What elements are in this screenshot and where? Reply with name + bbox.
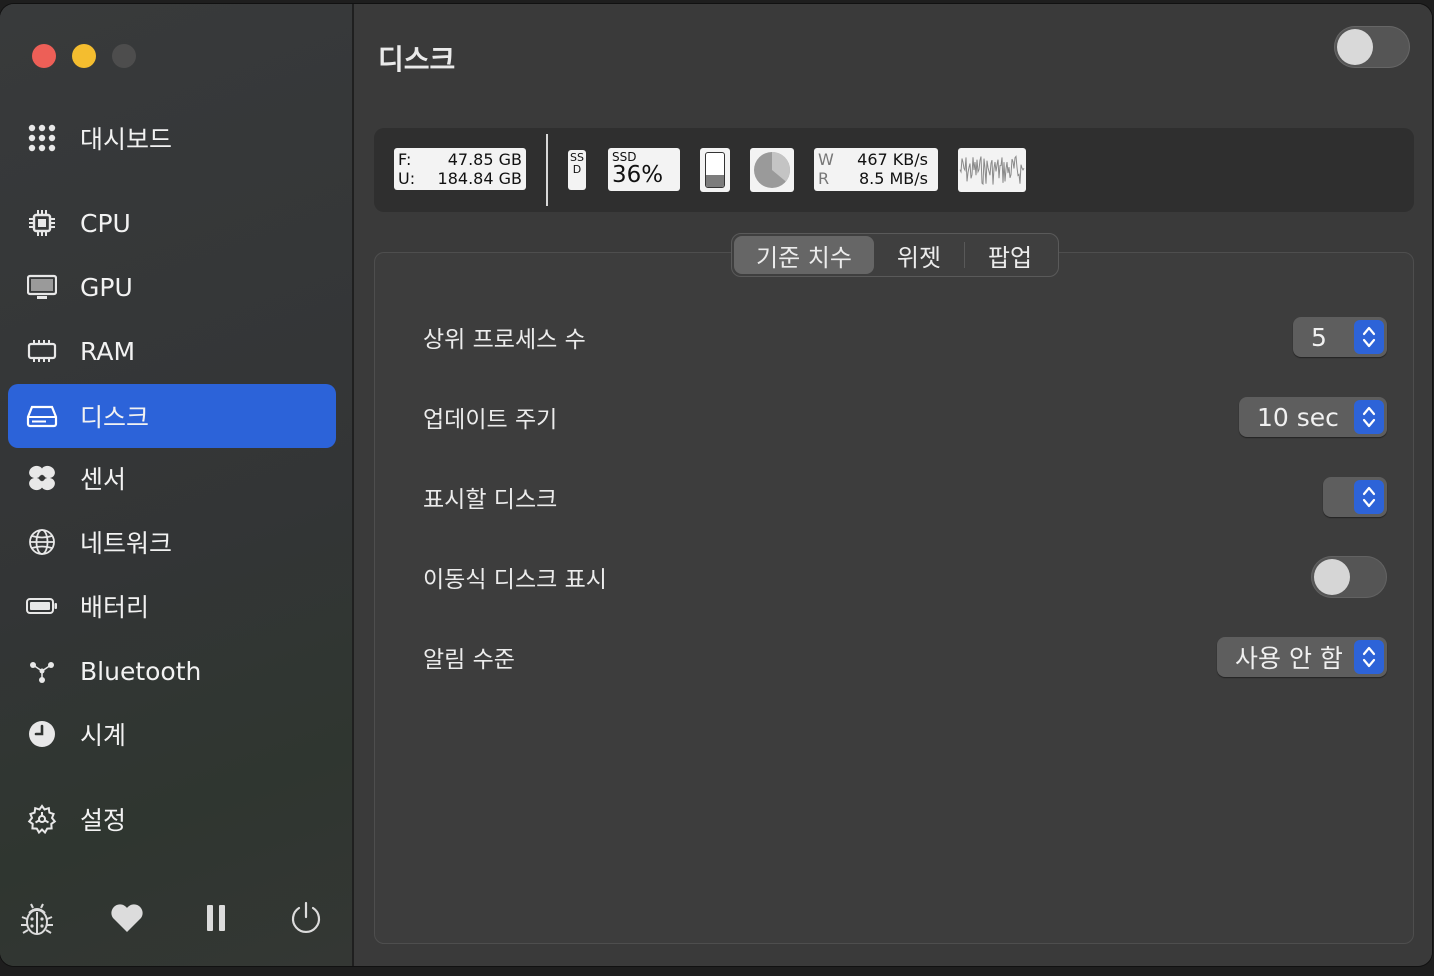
setting-row-notification-level: 알림 수준 사용 안 함 <box>423 635 1387 679</box>
update-interval-value: 10 sec <box>1257 402 1339 432</box>
settings-tab-control: 기준 치수 위젯 팝업 <box>731 233 1059 277</box>
settings-panel: 상위 프로세스 수 5 업데이트 주기 10 sec 표시할 디스크 이동식 디… <box>374 252 1414 944</box>
widget-usage-bar[interactable] <box>700 148 730 192</box>
setting-row-top-processes: 상위 프로세스 수 5 <box>423 315 1387 359</box>
sidebar-item-label: 배터리 <box>80 593 150 622</box>
chevron-up-down-icon <box>1354 480 1384 514</box>
sidebar-item-clock[interactable]: 시계 <box>8 702 336 766</box>
removable-disk-toggle[interactable] <box>1311 556 1387 598</box>
sidebar-item-label: GPU <box>80 272 133 302</box>
top-processes-select[interactable]: 5 <box>1293 317 1387 357</box>
chevron-up-down-icon <box>1354 320 1384 354</box>
activity-graph-svg <box>959 155 1025 186</box>
sidebar-item-label: 설정 <box>80 806 127 835</box>
setting-row-disk-to-show: 표시할 디스크 <box>423 475 1387 519</box>
free-label: F: <box>398 150 412 169</box>
notification-level-select[interactable]: 사용 안 함 <box>1217 637 1387 677</box>
app-window: 대시보드 CPU GPU RAM 디스크 센서 네트워크 배터리 Bluetoo… <box>0 4 1432 966</box>
widget-usage-pie[interactable] <box>750 148 794 192</box>
bluetooth-icon <box>26 655 58 687</box>
disk-to-show-select[interactable] <box>1323 477 1387 517</box>
sidebar-item-label: Bluetooth <box>80 656 202 686</box>
sidebar-item-dashboard[interactable]: 대시보드 <box>8 106 336 170</box>
usage-bar-fill <box>706 174 724 187</box>
activity-graph-line <box>959 155 1025 186</box>
top-processes-value: 5 <box>1311 322 1327 352</box>
removable-disk-label: 이동식 디스크 표시 <box>423 567 607 593</box>
top-processes-label: 상위 프로세스 수 <box>423 327 586 353</box>
gear-icon <box>26 803 58 835</box>
sidebar-item-label: 디스크 <box>80 403 150 432</box>
usage-pie-chart <box>754 152 790 188</box>
sidebar-item-label: 센서 <box>80 465 127 494</box>
notification-level-label: 알림 수준 <box>423 647 515 673</box>
tab-popup[interactable]: 팝업 <box>965 236 1055 274</box>
setting-row-removable-disk: 이동식 디스크 표시 <box>423 555 1387 599</box>
minimize-window-button[interactable] <box>72 44 96 68</box>
disk-to-show-label: 표시할 디스크 <box>423 487 558 513</box>
fan-icon <box>26 462 58 494</box>
sidebar-item-label: 대시보드 <box>80 125 173 154</box>
globe-icon <box>26 526 58 558</box>
sidebar-item-ram[interactable]: RAM <box>8 319 336 383</box>
sidebar-item-label: CPU <box>80 208 131 238</box>
power-icon[interactable] <box>286 898 326 938</box>
module-enable-toggle[interactable] <box>1334 26 1410 68</box>
widget-ssd-percent[interactable]: SSD 36% <box>608 148 680 191</box>
tab-base[interactable]: 기준 치수 <box>734 236 874 274</box>
sidebar-item-bluetooth[interactable]: Bluetooth <box>8 639 336 703</box>
write-value: 467 KB/s <box>857 150 928 169</box>
pause-icon[interactable] <box>196 898 236 938</box>
widget-separator <box>546 134 548 206</box>
disk-icon <box>26 400 58 432</box>
sidebar-item-battery[interactable]: 배터리 <box>8 574 336 638</box>
close-window-button[interactable] <box>32 44 56 68</box>
read-label: R <box>818 169 830 188</box>
heart-icon[interactable] <box>107 898 147 938</box>
grid-icon <box>26 122 58 154</box>
used-value: 184.84 GB <box>437 169 522 188</box>
sidebar: 대시보드 CPU GPU RAM 디스크 센서 네트워크 배터리 Bluetoo… <box>0 4 354 966</box>
sidebar-item-settings[interactable]: 설정 <box>8 787 336 851</box>
memory-icon <box>26 335 58 367</box>
sidebar-item-label: RAM <box>80 336 136 366</box>
sidebar-item-cpu[interactable]: CPU <box>8 191 336 255</box>
usage-bar-frame <box>705 152 725 188</box>
window-controls <box>32 44 136 68</box>
widget-preview-strip: F: 47.85 GB U: 184.84 GB SSD SSD 36% W 4… <box>374 128 1414 212</box>
clock-icon <box>26 718 58 750</box>
sidebar-item-label: 네트워크 <box>80 529 173 558</box>
widget-disk-speed[interactable]: W 467 KB/s R 8.5 MB/s <box>814 148 938 191</box>
update-interval-label: 업데이트 주기 <box>423 407 558 433</box>
tab-widget[interactable]: 위젯 <box>874 236 964 274</box>
sidebar-item-disk[interactable]: 디스크 <box>8 384 336 448</box>
widget-ssd-label[interactable]: SSD <box>568 150 586 190</box>
battery-icon <box>26 590 58 622</box>
setting-row-update-interval: 업데이트 주기 10 sec <box>423 395 1387 439</box>
bug-icon[interactable] <box>17 898 57 938</box>
used-label: U: <box>398 169 416 188</box>
free-value: 47.85 GB <box>447 150 522 169</box>
monitor-icon <box>26 271 58 303</box>
widget-activity-graph[interactable] <box>958 148 1026 192</box>
sidebar-item-gpu[interactable]: GPU <box>8 255 336 319</box>
ssd-percent-value: 36% <box>612 162 664 188</box>
update-interval-select[interactable]: 10 sec <box>1239 397 1387 437</box>
sidebar-item-label: 시계 <box>80 721 127 750</box>
write-label: W <box>818 150 834 169</box>
zoom-window-button[interactable] <box>112 44 136 68</box>
notification-level-value: 사용 안 함 <box>1235 644 1343 673</box>
main-content: 디스크 F: 47.85 GB U: 184.84 GB SSD SSD 36% <box>354 4 1432 966</box>
chevron-up-down-icon <box>1354 400 1384 434</box>
page-title: 디스크 <box>378 43 456 76</box>
widget-disk-space[interactable]: F: 47.85 GB U: 184.84 GB <box>394 148 526 190</box>
sidebar-item-network[interactable]: 네트워크 <box>8 510 336 574</box>
sidebar-footer <box>0 894 352 942</box>
sidebar-item-sensors[interactable]: 센서 <box>8 446 336 510</box>
chevron-up-down-icon <box>1354 640 1384 674</box>
read-value: 8.5 MB/s <box>858 169 928 188</box>
cpu-icon <box>26 207 58 239</box>
